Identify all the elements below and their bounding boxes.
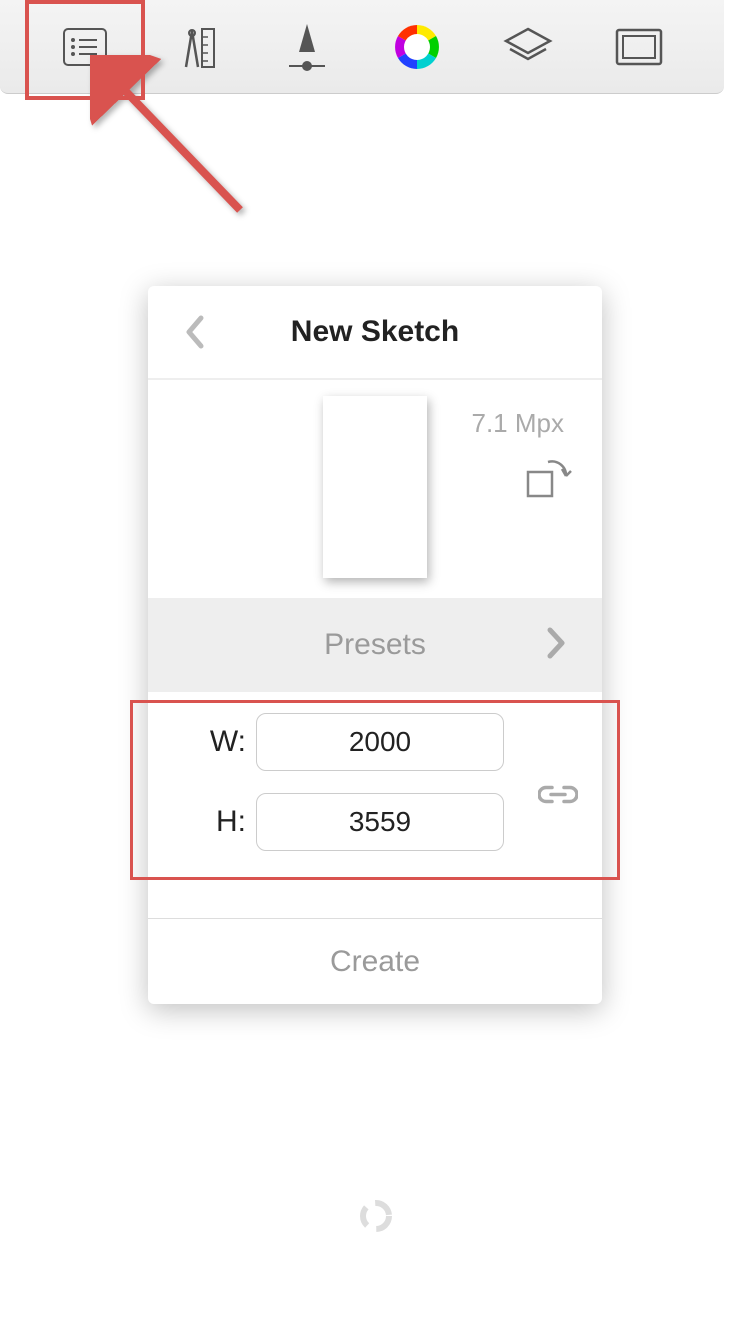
fullscreen-button[interactable] [609, 17, 669, 77]
loading-spinner [358, 1198, 394, 1234]
list-icon [63, 28, 107, 66]
menu-list-button[interactable] [55, 17, 115, 77]
megapixel-label: 7.1 Mpx [472, 408, 565, 439]
chevron-right-icon [546, 626, 566, 665]
presets-button[interactable]: Presets [148, 598, 602, 692]
dialog-title: New Sketch [148, 315, 602, 349]
ruler-compass-icon [172, 23, 220, 71]
brush-icon [283, 20, 331, 74]
width-label: W: [188, 725, 246, 759]
height-input[interactable] [256, 793, 504, 851]
dialog-header: New Sketch [148, 286, 602, 380]
ruler-tools-button[interactable] [166, 17, 226, 77]
chevron-left-icon [183, 314, 205, 350]
canvas-preview-area: 7.1 Mpx [148, 380, 602, 598]
new-sketch-dialog: New Sketch 7.1 Mpx Presets W: H: [148, 286, 602, 1004]
top-toolbar [0, 0, 724, 94]
width-input[interactable] [256, 713, 504, 771]
dimensions-section: W: H: [148, 712, 602, 882]
canvas-preview-thumbnail [323, 396, 427, 578]
layers-icon [502, 25, 554, 69]
rotate-icon [526, 456, 572, 498]
layers-button[interactable] [498, 17, 558, 77]
presets-label: Presets [324, 628, 426, 662]
create-button[interactable]: Create [148, 918, 602, 1004]
brush-button[interactable] [277, 17, 337, 77]
link-aspect-ratio-button[interactable] [538, 784, 578, 811]
color-button[interactable] [387, 17, 447, 77]
height-label: H: [188, 805, 246, 839]
back-button[interactable] [174, 312, 214, 352]
spinner-icon [358, 1198, 394, 1234]
create-label: Create [330, 945, 420, 979]
rotate-orientation-button[interactable] [526, 456, 572, 502]
link-icon [538, 784, 578, 806]
fullscreen-icon [615, 28, 663, 66]
color-wheel-icon [394, 24, 440, 70]
